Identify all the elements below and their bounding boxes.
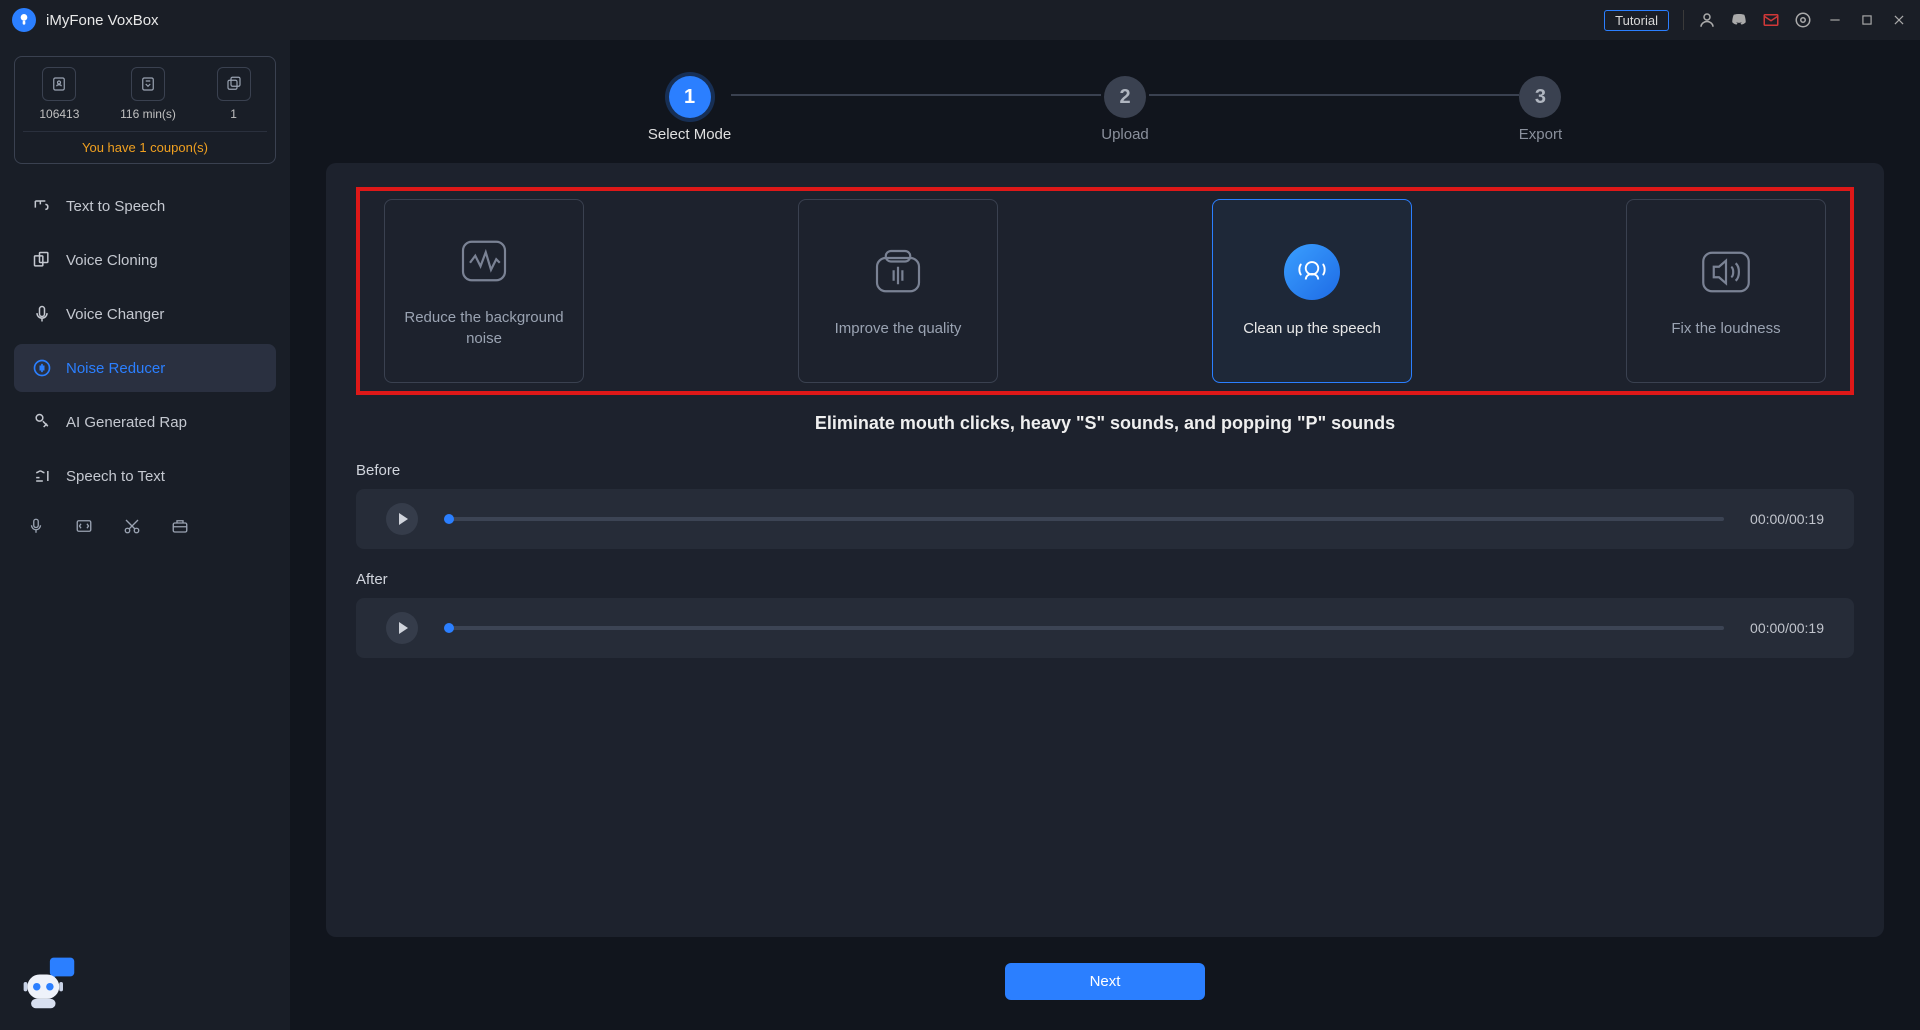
maximize-icon[interactable]: [1858, 11, 1876, 29]
nav-label: Voice Changer: [66, 306, 164, 323]
minutes-icon: [131, 67, 165, 101]
audio-before-label: Before: [356, 462, 1854, 479]
chatbot-icon[interactable]: [18, 952, 78, 1012]
audio-after-label: After: [356, 571, 1854, 588]
nav-label: Text to Speech: [66, 198, 165, 215]
rap-icon: [32, 412, 52, 432]
cloning-icon: [32, 250, 52, 270]
nav-speech-to-text[interactable]: Speech to Text: [14, 452, 276, 500]
mail-icon[interactable]: [1762, 11, 1780, 29]
minimize-icon[interactable]: [1826, 11, 1844, 29]
nav-text-to-speech[interactable]: Text to Speech: [14, 182, 276, 230]
tts-icon: [32, 196, 52, 216]
stat-value: 116 min(s): [120, 107, 176, 121]
settings-icon[interactable]: [1794, 11, 1812, 29]
track-handle[interactable]: [444, 623, 454, 633]
audio-before-block: Before 00:00/00:19: [356, 462, 1854, 549]
main-panel: Reduce the background noise Improve the …: [326, 163, 1884, 937]
nav-voice-changer[interactable]: Voice Changer: [14, 290, 276, 338]
stt-icon: [32, 466, 52, 486]
fix-loudness-icon: [1698, 244, 1754, 300]
stat-minutes[interactable]: 116 min(s): [120, 67, 176, 121]
titlebar: iMyFone VoxBox Tutorial: [0, 0, 1920, 40]
stat-count[interactable]: 1: [217, 67, 251, 121]
convert-icon[interactable]: [74, 516, 94, 536]
content: 1 Select Mode 2 Upload 3 Export: [290, 40, 1920, 1030]
account-icon[interactable]: [1698, 11, 1716, 29]
track-before[interactable]: [444, 517, 1724, 521]
stat-value: 1: [230, 107, 237, 121]
step-label: Export: [1519, 126, 1562, 143]
mode-fix-loudness[interactable]: Fix the loudness: [1626, 199, 1826, 383]
tool-row: [14, 516, 276, 536]
clean-speech-icon: [1284, 244, 1340, 300]
time-after: 00:00/00:19: [1750, 620, 1824, 636]
step-number: 3: [1519, 76, 1561, 118]
nav-noise-reducer[interactable]: Noise Reducer: [14, 344, 276, 392]
tagline: Eliminate mouth clicks, heavy "S" sounds…: [356, 413, 1854, 434]
stats-box: 106413 116 min(s) 1 You have 1 coupon(s): [14, 56, 276, 164]
reduce-noise-icon: [456, 233, 512, 289]
audio-before-bar: 00:00/00:19: [356, 489, 1854, 549]
step-label: Select Mode: [648, 126, 731, 143]
step-upload: 2 Upload: [1101, 76, 1149, 143]
step-select-mode: 1 Select Mode: [648, 76, 731, 143]
characters-icon: [42, 67, 76, 101]
step-export: 3 Export: [1519, 76, 1562, 143]
noise-icon: [32, 358, 52, 378]
nav-label: Voice Cloning: [66, 252, 158, 269]
mode-label: Improve the quality: [825, 318, 972, 339]
mode-label: Reduce the background noise: [385, 307, 583, 349]
app-logo-icon: [12, 8, 36, 32]
coupon-banner[interactable]: You have 1 coupon(s): [23, 131, 267, 163]
mode-label: Fix the loudness: [1661, 318, 1790, 339]
nav-label: AI Generated Rap: [66, 414, 187, 431]
play-after-button[interactable]: [386, 612, 418, 644]
nav-voice-cloning[interactable]: Voice Cloning: [14, 236, 276, 284]
improve-quality-icon: [870, 244, 926, 300]
nav-ai-rap[interactable]: AI Generated Rap: [14, 398, 276, 446]
mode-label: Clean up the speech: [1233, 318, 1391, 339]
step-number: 2: [1104, 76, 1146, 118]
track-handle[interactable]: [444, 514, 454, 524]
mode-highlight-box: Reduce the background noise Improve the …: [356, 187, 1854, 395]
stat-value: 106413: [39, 107, 79, 121]
mode-reduce-noise[interactable]: Reduce the background noise: [384, 199, 584, 383]
next-button[interactable]: Next: [1005, 963, 1205, 1000]
play-before-button[interactable]: [386, 503, 418, 535]
titlebar-divider: [1683, 10, 1684, 30]
audio-after-block: After 00:00/00:19: [356, 571, 1854, 658]
app-title: iMyFone VoxBox: [46, 12, 159, 29]
step-line: [731, 94, 1101, 96]
play-icon: [399, 622, 408, 634]
play-icon: [399, 513, 408, 525]
nav-label: Speech to Text: [66, 468, 165, 485]
discord-icon[interactable]: [1730, 11, 1748, 29]
step-line: [1149, 94, 1519, 96]
record-icon[interactable]: [26, 516, 46, 536]
close-icon[interactable]: [1890, 11, 1908, 29]
cut-icon[interactable]: [122, 516, 142, 536]
audio-after-bar: 00:00/00:19: [356, 598, 1854, 658]
changer-icon: [32, 304, 52, 324]
sidebar: 106413 116 min(s) 1 You have 1 coupon(s)…: [0, 40, 290, 1030]
track-after[interactable]: [444, 626, 1724, 630]
stat-characters[interactable]: 106413: [39, 67, 79, 121]
toolbox-icon[interactable]: [170, 516, 190, 536]
mode-improve-quality[interactable]: Improve the quality: [798, 199, 998, 383]
step-number: 1: [669, 76, 711, 118]
mode-clean-speech[interactable]: Clean up the speech: [1212, 199, 1412, 383]
time-before: 00:00/00:19: [1750, 511, 1824, 527]
tutorial-button[interactable]: Tutorial: [1604, 10, 1669, 31]
step-label: Upload: [1101, 126, 1149, 143]
count-icon: [217, 67, 251, 101]
nav-label: Noise Reducer: [66, 360, 165, 377]
stepper: 1 Select Mode 2 Upload 3 Export: [326, 40, 1884, 163]
